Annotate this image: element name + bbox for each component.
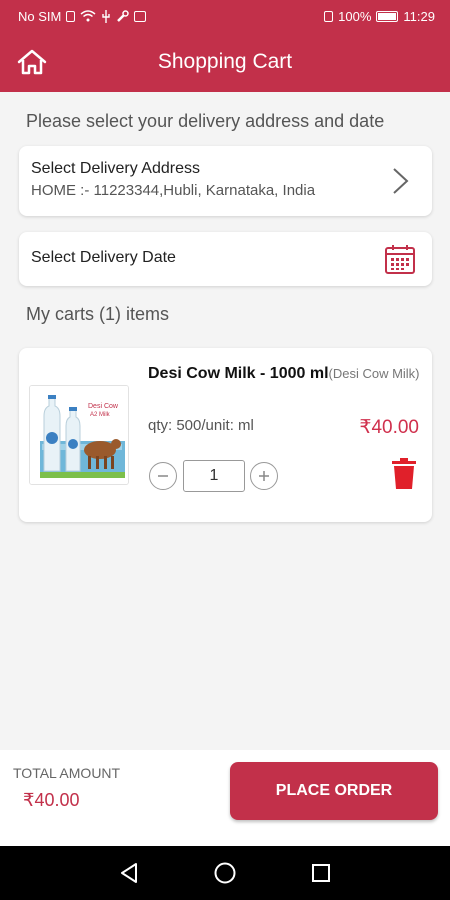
system-nav-bar — [0, 846, 450, 900]
total-amount-label: TOTAL AMOUNT — [13, 765, 121, 781]
minus-icon — [158, 475, 168, 477]
milk-bottles-image: Desi Cow A2 Milk — [30, 386, 128, 484]
wrench-icon — [117, 9, 130, 22]
quantity-input[interactable] — [183, 460, 245, 492]
app-bar: Shopping Cart — [0, 32, 450, 92]
clock: 11:29 — [403, 8, 435, 24]
chevron-right-icon — [393, 168, 409, 194]
back-icon[interactable] — [117, 861, 141, 885]
plus-icon — [259, 471, 269, 481]
status-bar: No SIM 100% 11:29 — [0, 0, 450, 32]
item-price: ₹40.00 — [359, 417, 419, 438]
page-title: Shopping Cart — [157, 50, 293, 73]
image-icon — [134, 10, 147, 22]
place-order-button[interactable]: PLACE ORDER — [230, 762, 438, 820]
home-icon[interactable] — [16, 48, 48, 76]
usb-icon — [102, 9, 111, 23]
delivery-date-card[interactable]: Select Delivery Date — [19, 232, 432, 286]
wifi-icon — [80, 10, 96, 22]
decrease-quantity-button[interactable] — [149, 462, 177, 490]
trash-icon[interactable] — [392, 458, 416, 490]
vibrate-icon — [324, 10, 334, 22]
svg-text:A2 Milk: A2 Milk — [90, 412, 111, 418]
battery-percent: 100% — [338, 8, 372, 24]
item-qty-unit: qty: 500/unit: ml — [148, 417, 254, 434]
item-name-main: Desi Cow Milk - 1000 ml — [148, 365, 329, 382]
cart-item-card: Desi Cow A2 Milk Desi Cow Milk - 1000 ml… — [19, 348, 432, 522]
address-label: Select Delivery Address — [31, 160, 200, 177]
sim-icon — [66, 10, 76, 22]
home-circle-icon[interactable] — [213, 861, 237, 885]
product-image[interactable]: Desi Cow A2 Milk — [29, 385, 129, 485]
total-amount-value: ₹40.00 — [23, 790, 80, 810]
item-name-sub: (Desi Cow Milk) — [328, 366, 420, 381]
delivery-prompt: Please select your delivery address and … — [26, 111, 385, 131]
checkout-bar: TOTAL AMOUNT ₹40.00 PLACE ORDER — [0, 750, 450, 846]
item-name: Desi Cow Milk - 1000 ml(Desi Cow Milk) — [148, 364, 422, 384]
address-value: HOME :- 11223344,Hubli, Karnataka, India — [31, 182, 316, 199]
date-label: Select Delivery Date — [31, 249, 176, 266]
cart-heading: My carts (1) items — [26, 304, 170, 324]
calendar-icon — [385, 245, 415, 274]
carrier-text: No SIM — [18, 8, 62, 24]
svg-text:Desi Cow: Desi Cow — [88, 403, 119, 410]
delivery-address-card[interactable]: Select Delivery Address HOME :- 11223344… — [19, 146, 432, 216]
recents-icon[interactable] — [309, 861, 333, 885]
increase-quantity-button[interactable] — [250, 462, 278, 490]
battery-icon — [376, 10, 399, 22]
